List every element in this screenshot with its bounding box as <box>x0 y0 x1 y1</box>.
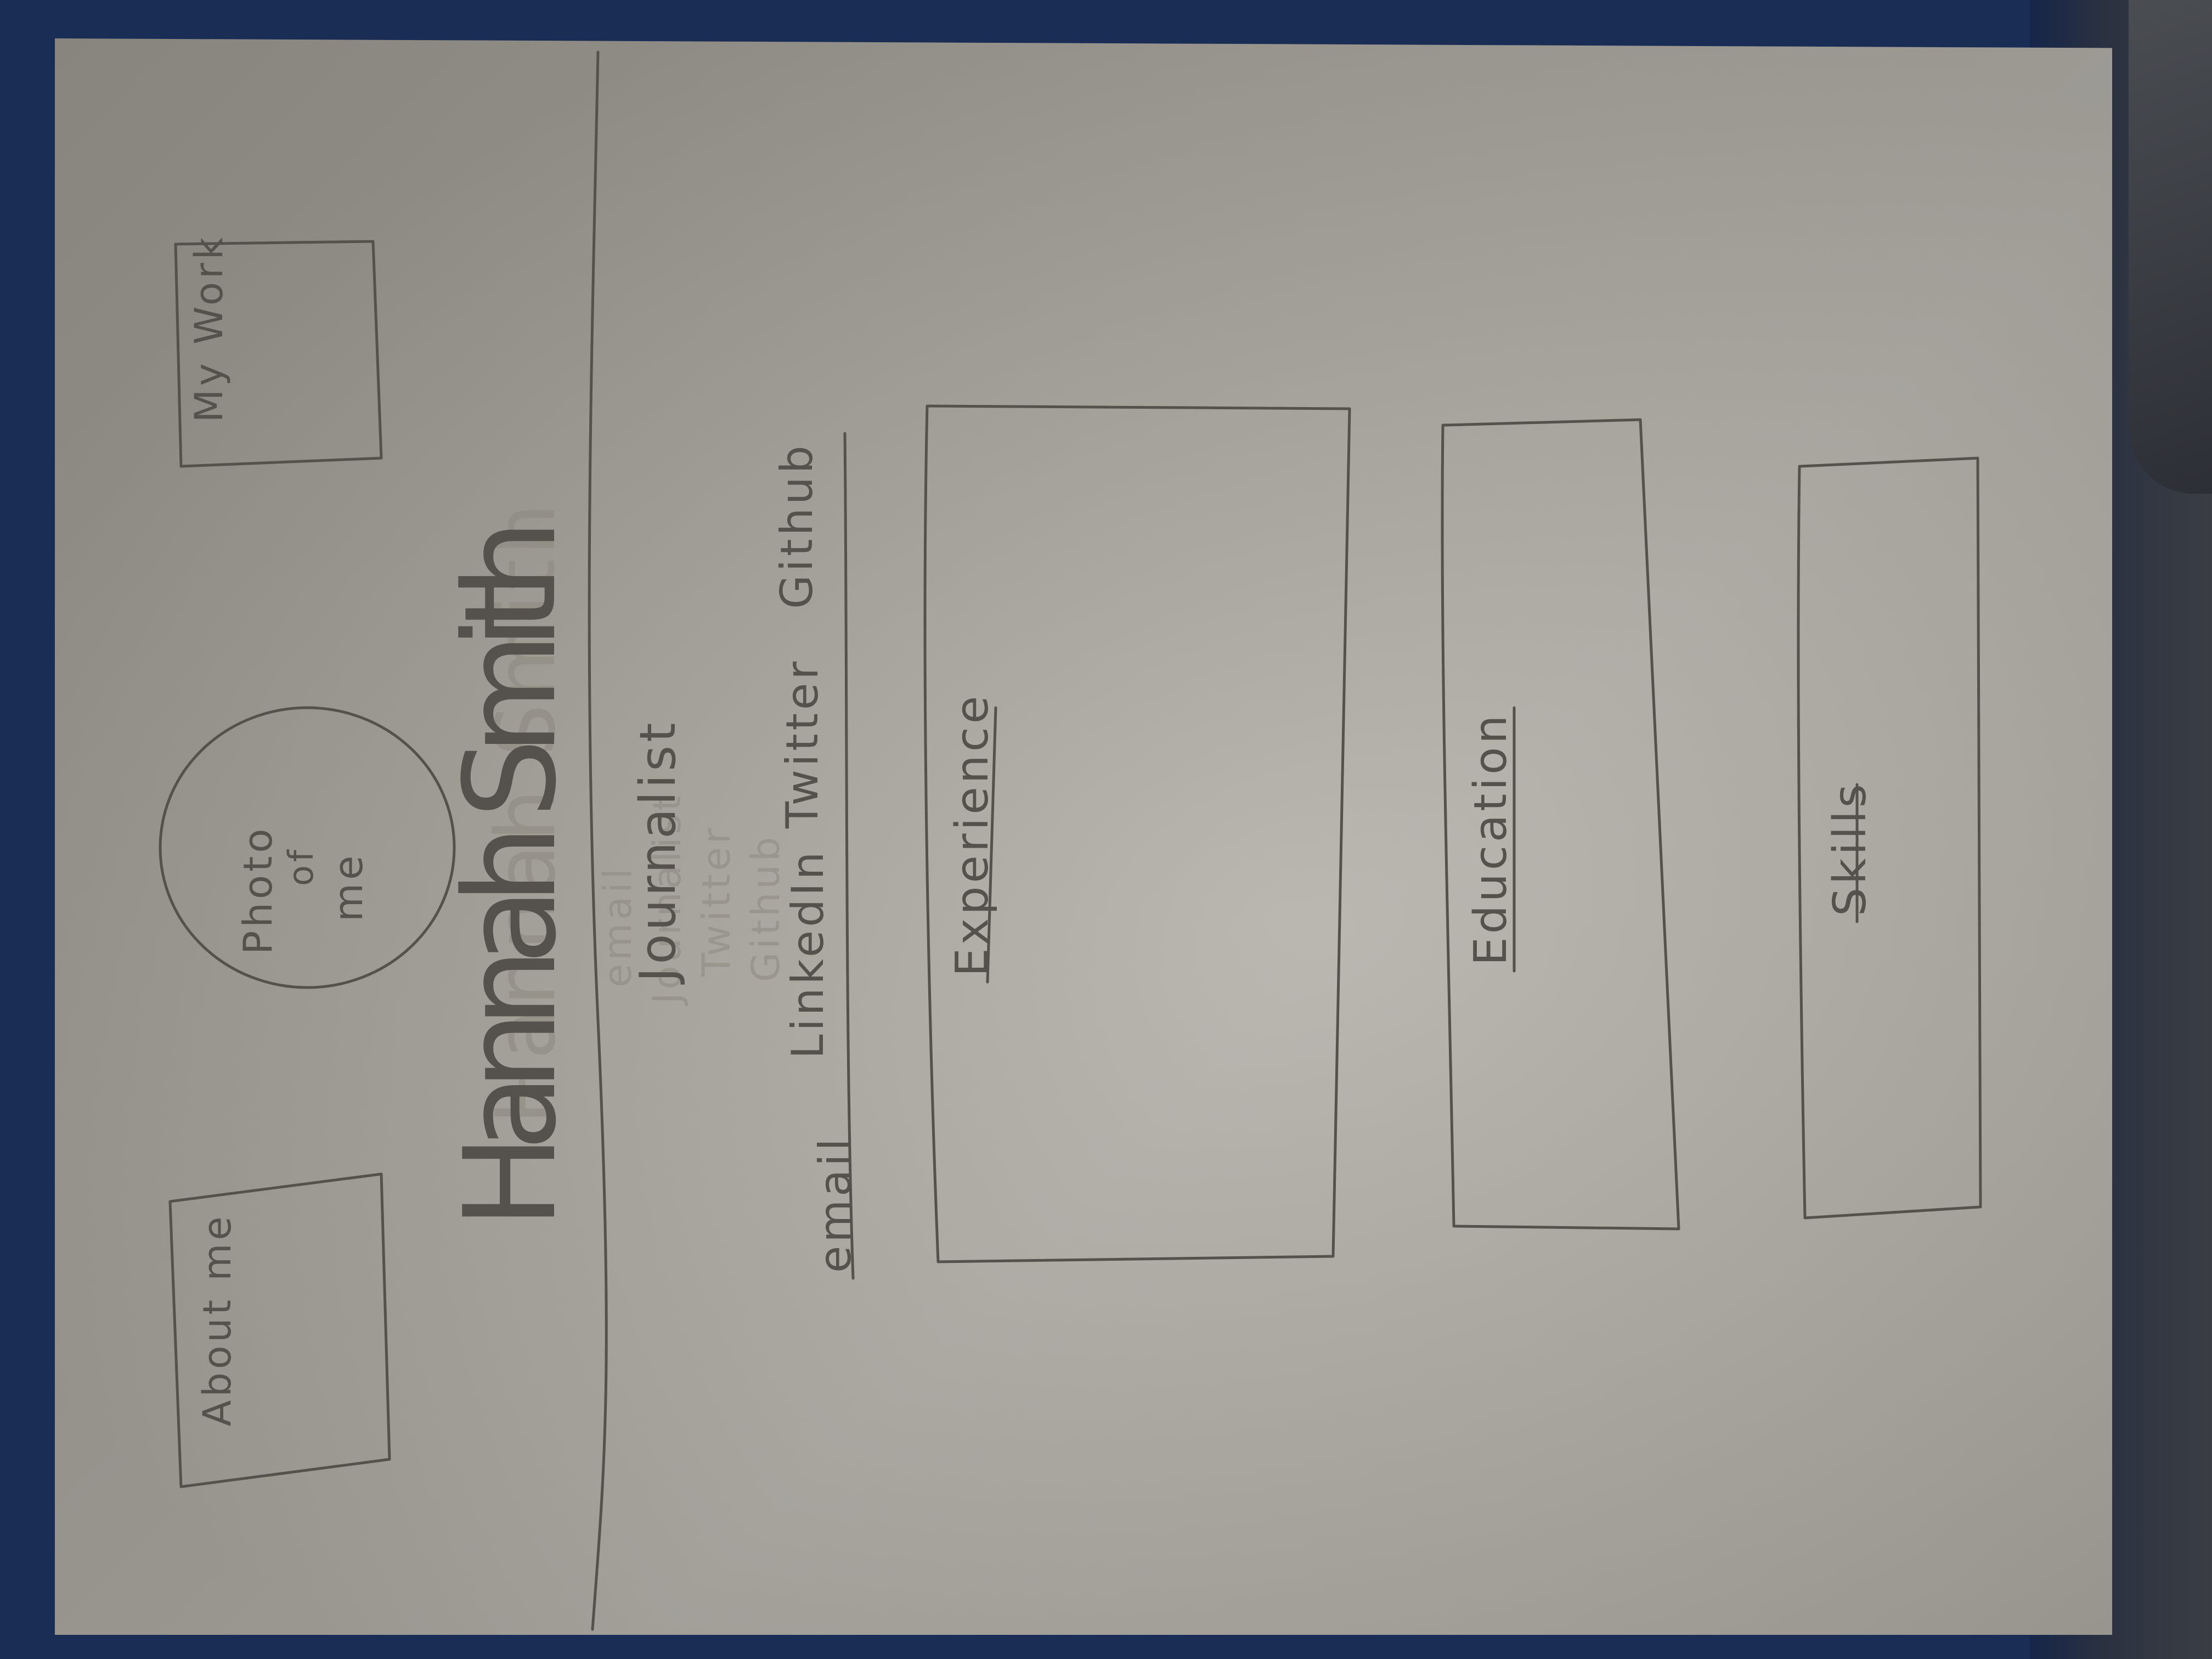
photo-label-line-3: me <box>325 853 371 922</box>
link-linkedin[interactable]: LinkedIn <box>782 849 833 1059</box>
skills-heading: Skills <box>1824 781 1876 916</box>
education-section: Education <box>1441 418 1680 1231</box>
profile-name: Hannah Smith <box>438 516 584 1229</box>
wireframe-sketch: About me My Work Photo of me Hannah Smit… <box>159 50 1982 1631</box>
ghost-twitter: Twitter <box>694 825 739 977</box>
link-twitter[interactable]: Twitter <box>777 658 828 829</box>
skills-section: Skills <box>1797 456 1982 1220</box>
profile-photo-placeholder: Photo of me <box>159 706 456 989</box>
link-github[interactable]: Github <box>771 442 822 609</box>
education-heading: Education <box>1465 712 1517 966</box>
experience-section: Experience <box>923 404 1351 1263</box>
about-me-label: About me <box>195 1214 240 1426</box>
ghost-github: Github <box>743 834 788 982</box>
my-work-box[interactable]: My Work <box>174 234 383 468</box>
photo-label-line-2: of <box>281 847 321 886</box>
my-work-label: My Work <box>187 234 232 422</box>
header-divider <box>588 50 608 1631</box>
link-email[interactable]: email <box>810 1135 861 1273</box>
about-me-box[interactable]: About me <box>168 1172 391 1488</box>
profile-title: Journalist <box>629 720 687 985</box>
photo-label-line-1: Photo <box>235 826 281 955</box>
